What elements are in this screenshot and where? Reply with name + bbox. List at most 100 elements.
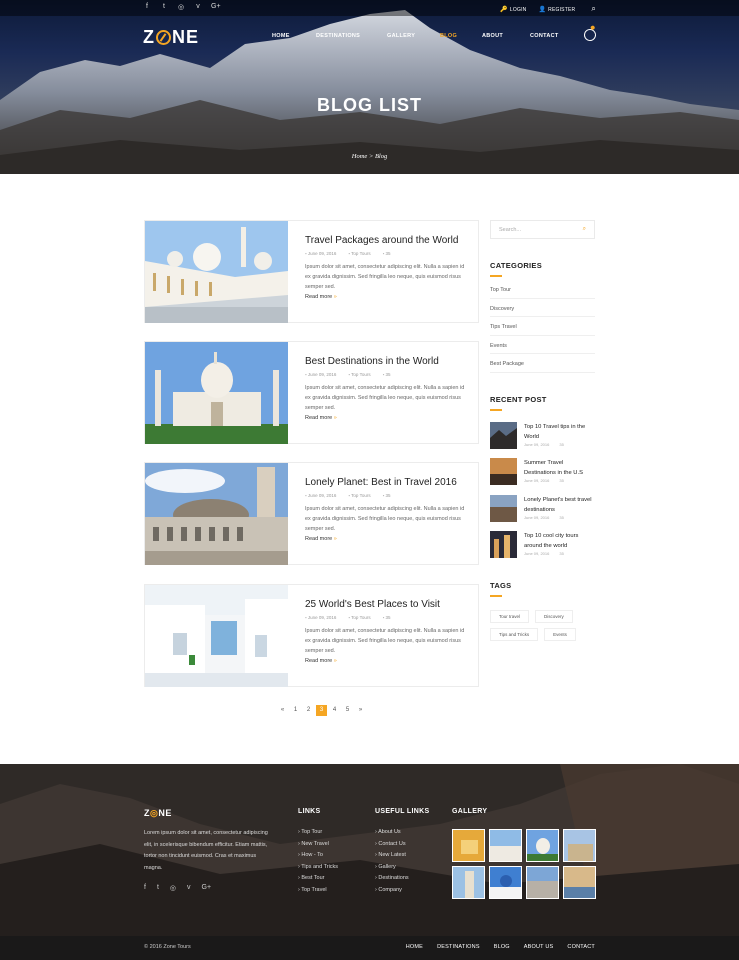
post-title[interactable]: 25 World's Best Places to Visit [305,599,467,610]
post-comments[interactable]: 35 [383,615,390,620]
facebook-icon[interactable]: f [144,884,146,892]
nav-home[interactable]: HOME [272,33,316,39]
category-item[interactable]: Events [490,336,595,354]
post-thumbnail[interactable] [145,342,288,444]
category-item[interactable]: Top Tour [490,280,595,299]
read-more-link[interactable]: Read more » [305,536,467,542]
nav-contact[interactable]: CONTACT [530,33,575,39]
pagination-page-3[interactable]: 3 [316,705,327,716]
footer-link[interactable]: Top Tour [298,829,338,841]
footer-link[interactable]: About Us [375,829,429,841]
post-comments[interactable]: 35 [383,493,390,498]
category-item[interactable]: Best Package [490,354,595,373]
nav-destinations[interactable]: DESTINATIONS [316,33,387,39]
footer-link[interactable]: Destinations [375,875,429,887]
site-logo[interactable]: Z NE [143,27,199,48]
pagination-next[interactable]: » [355,705,366,716]
facebook-icon[interactable]: f [143,3,151,11]
recent-post-title[interactable]: Top 10 cool city tours around the world [524,531,596,551]
tag-item[interactable]: Discovery [535,610,573,623]
vimeo-icon[interactable]: v [187,884,191,892]
recent-post-item[interactable]: Summer Travel Destinations in the U.S Ju… [490,458,596,488]
footer-nav-about[interactable]: ABOUT US [524,944,554,950]
post-comments[interactable]: 35 [383,251,390,256]
gallery-thumbnail[interactable] [452,866,485,899]
twitter-icon[interactable]: t [157,884,159,892]
read-more-link[interactable]: Read more » [305,415,467,421]
recent-post-thumbnail[interactable] [490,495,517,522]
pagination-page-1[interactable]: 1 [290,705,301,716]
post-thumbnail[interactable] [145,463,288,565]
footer-nav-contact[interactable]: CONTACT [567,944,595,950]
google-plus-icon[interactable]: G+ [211,3,221,11]
gallery-thumbnail[interactable] [526,866,559,899]
post-comments[interactable]: 35 [383,372,390,377]
recent-post-title[interactable]: Lonely Planet's best travel destinations [524,495,596,515]
sidebar-search-input[interactable]: Search... ⌕ [490,220,595,239]
gallery-thumbnail[interactable] [563,829,596,862]
gallery-thumbnail[interactable] [489,829,522,862]
gallery-thumbnail[interactable] [526,829,559,862]
footer-link[interactable]: Tips and Tricks [298,864,338,876]
footer-link[interactable]: Contact Us [375,841,429,853]
search-icon[interactable]: ⌕ [583,226,586,233]
post-thumbnail[interactable] [145,221,288,323]
category-item[interactable]: Discovery [490,299,595,317]
post-title[interactable]: Travel Packages around the World [305,235,467,246]
footer-nav-home[interactable]: HOME [406,944,423,950]
recent-post-thumbnail[interactable] [490,531,517,558]
recent-post-item[interactable]: Top 10 cool city tours around the world … [490,531,596,561]
register-link[interactable]: 👤 REGISTER [538,6,575,13]
footer-link[interactable]: How - To [298,852,338,864]
footer-nav-blog[interactable]: BLOG [494,944,510,950]
post-category[interactable]: Top Tours [348,251,370,256]
footer-link[interactable]: Gallery [375,864,429,876]
search-icon[interactable]: ⌕ [591,4,596,14]
nav-blog[interactable]: BLOG [440,33,482,39]
nav-gallery[interactable]: GALLERY [387,33,440,39]
post-title[interactable]: Best Destinations in the World [305,356,467,367]
post-category[interactable]: Top Tours [348,493,370,498]
gallery-thumbnail[interactable] [452,829,485,862]
post-thumbnail[interactable] [145,585,288,687]
google-plus-icon[interactable]: G+ [202,884,212,892]
footer-link[interactable]: New Travel [298,841,338,853]
recent-post-item[interactable]: Top 10 Travel tips in the World June 09,… [490,422,596,452]
vimeo-icon[interactable]: v [194,3,202,11]
nav-about[interactable]: ABOUT [482,33,530,39]
pagination-page-4[interactable]: 4 [329,705,340,716]
footer-logo[interactable]: Z◎NE [144,808,172,819]
recent-post-item[interactable]: Lonely Planet's best travel destinations… [490,495,596,525]
post-meta: June 09, 2016 Top Tours 35 [305,493,467,498]
footer-link[interactable]: Top Travel [298,887,338,899]
instagram-icon[interactable]: ◎ [177,3,185,11]
recent-post-title[interactable]: Summer Travel Destinations in the U.S [524,458,596,478]
footer-link[interactable]: Best Tour [298,875,338,887]
login-link[interactable]: 🔑 LOGIN [500,6,526,13]
instagram-icon[interactable]: ◎ [170,884,176,892]
hero-banner [0,0,739,174]
footer-link[interactable]: New Latest [375,852,429,864]
recent-post-thumbnail[interactable] [490,458,517,485]
pagination-page-2[interactable]: 2 [303,705,314,716]
tag-item[interactable]: Events [544,628,576,641]
footer-link[interactable]: Company [375,887,429,899]
twitter-icon[interactable]: t [160,3,168,11]
post-category[interactable]: Top Tours [348,372,370,377]
post-category[interactable]: Top Tours [348,615,370,620]
tag-item[interactable]: Tips and Tricks [490,628,539,641]
breadcrumb[interactable]: Home > Blog [0,153,739,160]
pagination-prev[interactable]: « [277,705,288,716]
tag-item[interactable]: Tour travel [490,610,530,623]
read-more-link[interactable]: Read more » [305,658,467,664]
post-title[interactable]: Lonely Planet: Best in Travel 2016 [305,477,467,488]
post-excerpt: Ipsum dolor sit amet, consectetur adipis… [305,264,465,290]
category-item[interactable]: Tips Travel [490,317,595,336]
pagination-page-5[interactable]: 5 [342,705,353,716]
footer-nav-destinations[interactable]: DESTINATIONS [437,944,480,950]
gallery-thumbnail[interactable] [489,866,522,899]
recent-post-title[interactable]: Top 10 Travel tips in the World [524,422,596,442]
recent-post-thumbnail[interactable] [490,422,517,449]
read-more-link[interactable]: Read more » [305,294,467,300]
gallery-thumbnail[interactable] [563,866,596,899]
